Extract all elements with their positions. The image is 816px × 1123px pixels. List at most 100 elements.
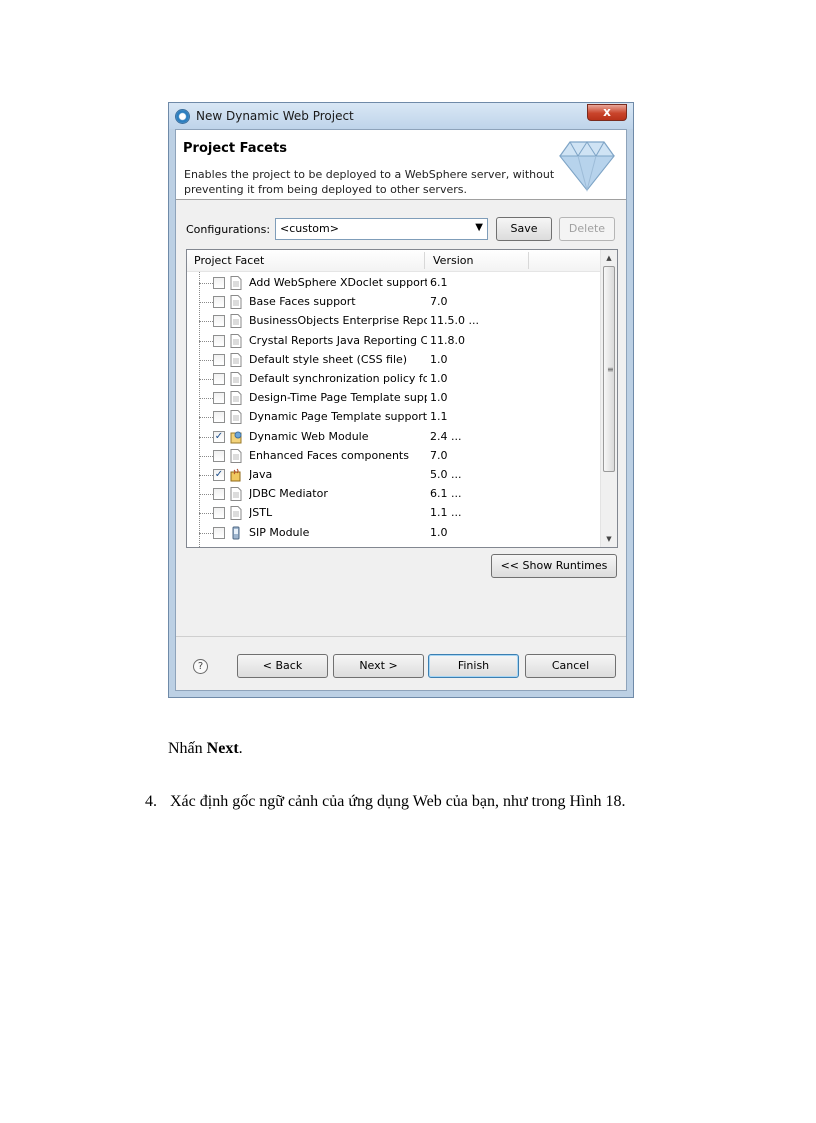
facet-version[interactable]: 5.0 ...: [430, 468, 461, 481]
step-text: Xác định gốc ngữ cảnh của ứng dụng Web c…: [170, 793, 626, 810]
facet-version[interactable]: 1.1: [430, 410, 448, 423]
document-icon: [230, 448, 242, 463]
document-icon: [230, 506, 242, 521]
facet-version[interactable]: 1.0: [430, 526, 448, 539]
scroll-thumb[interactable]: ≡: [603, 266, 615, 472]
caption-bold: Next: [206, 740, 239, 757]
tree-branch-line: [199, 455, 213, 457]
dialog-banner: Project Facets Enables the project to be…: [176, 130, 626, 200]
tree-branch-line: [199, 513, 213, 515]
facet-version[interactable]: 2.4 ...: [430, 430, 461, 443]
scroll-up-arrow-icon[interactable]: ▲: [601, 250, 617, 266]
column-header-project-facet[interactable]: Project Facet: [194, 254, 264, 267]
facet-checkbox[interactable]: [213, 507, 225, 520]
diamond-icon: [558, 141, 616, 192]
facet-name: JSTL: [249, 506, 273, 520]
tree-branch-line: [199, 379, 213, 380]
finish-button[interactable]: Finish: [428, 654, 519, 678]
table-row[interactable]: ✓ Java 5.0 ...: [187, 466, 601, 485]
table-row[interactable]: Default synchronization policy for 1.0: [187, 370, 601, 389]
facet-checkbox[interactable]: [213, 392, 225, 405]
facet-version[interactable]: 1.0: [430, 372, 448, 385]
facet-version[interactable]: 1.0: [430, 353, 448, 366]
table-row[interactable]: Add WebSphere XDoclet support 6.1: [187, 274, 601, 293]
facet-name: Base Faces support: [249, 295, 356, 309]
facet-checkbox[interactable]: [213, 296, 225, 309]
facet-checkbox[interactable]: [213, 488, 225, 501]
facet-version[interactable]: 11.8.0: [430, 334, 465, 347]
banner-description: Enables the project to be deployed to a …: [184, 168, 555, 196]
table-row[interactable]: BusinessObjects Enterprise Report 11.5.0 …: [187, 312, 601, 331]
tree-branch-line: [199, 359, 213, 361]
column-separator: [528, 252, 529, 269]
document-icon: [230, 352, 242, 367]
step-number: 4.: [145, 793, 157, 810]
back-button[interactable]: < Back: [237, 654, 328, 678]
table-row[interactable]: Default style sheet (CSS file) 1.0: [187, 351, 601, 370]
facet-name: JDBC Mediator: [249, 487, 328, 501]
facet-name: Default synchronization policy for: [249, 372, 427, 385]
dialog-client-area: Project Facets Enables the project to be…: [175, 129, 627, 691]
show-runtimes-button[interactable]: << Show Runtimes: [491, 554, 617, 578]
facet-name: Add WebSphere XDoclet support: [249, 276, 427, 289]
document-icon: [230, 314, 242, 329]
table-row[interactable]: JSTL 1.1 ...: [187, 504, 601, 523]
facet-version[interactable]: 11.5.0 ...: [430, 314, 479, 327]
column-separator: [424, 252, 425, 269]
table-row[interactable]: Enhanced Faces components 7.0: [187, 447, 601, 466]
facet-checkbox[interactable]: ✓: [213, 430, 225, 443]
save-button[interactable]: Save: [496, 217, 552, 241]
delete-button[interactable]: Delete: [559, 217, 615, 241]
web-module-icon: [230, 431, 242, 444]
table-row[interactable]: SIP Module 1.0: [187, 524, 601, 543]
table-row[interactable]: Dynamic Page Template support 1.1: [187, 408, 601, 427]
facet-version[interactable]: 6.1: [430, 276, 448, 289]
document-icon: [230, 333, 242, 348]
configurations-value: <custom>: [280, 222, 339, 235]
configurations-select[interactable]: <custom> ▼: [275, 218, 488, 240]
vertical-scrollbar[interactable]: ▲ ≡ ▼: [600, 250, 617, 547]
facet-checkbox[interactable]: [213, 353, 225, 366]
cancel-button[interactable]: Cancel: [525, 654, 616, 678]
facet-name: Crystal Reports Java Reporting Co: [249, 333, 427, 347]
table-row[interactable]: Design-Time Page Template supp 1.0: [187, 389, 601, 408]
facet-name: Dynamic Page Template support: [249, 410, 427, 424]
facet-name: Default style sheet (CSS file): [249, 352, 408, 366]
facet-checkbox[interactable]: [213, 373, 225, 385]
table-row[interactable]: Base Faces support 7.0: [187, 293, 601, 312]
column-header-version[interactable]: Version: [433, 254, 473, 267]
facet-name: Dynamic Web Module: [249, 429, 369, 443]
help-icon[interactable]: ?: [193, 659, 208, 674]
document-icon: [230, 487, 242, 502]
facet-checkbox[interactable]: [213, 526, 225, 539]
facet-version[interactable]: 1.1 ...: [430, 506, 461, 519]
table-row[interactable]: JDBC Mediator 6.1 ...: [187, 485, 601, 504]
facet-version[interactable]: 1.0: [430, 391, 448, 404]
facet-name: Enhanced Faces components: [249, 448, 409, 462]
facet-version[interactable]: 7.0: [430, 295, 448, 308]
tree-branch-line: [199, 436, 213, 438]
facet-version[interactable]: 7.0: [430, 449, 448, 462]
document-icon: [230, 372, 242, 386]
facet-checkbox[interactable]: [213, 449, 225, 462]
facet-checkbox[interactable]: [213, 315, 225, 328]
tree-branch-line: [199, 475, 213, 476]
tree-branch-line: [199, 340, 213, 342]
facet-checkbox[interactable]: ✓: [213, 469, 225, 481]
facet-checkbox[interactable]: [213, 334, 225, 347]
facet-checkbox[interactable]: [213, 411, 225, 424]
dialog-screenshot: New Dynamic Web Project x Project Facets…: [168, 102, 634, 698]
close-button[interactable]: x: [587, 104, 627, 121]
step-item: 4. Xác định gốc ngữ cảnh của ứng dụng We…: [145, 793, 625, 811]
table-row[interactable]: ✓ Dynamic Web Module 2.4 ...: [187, 428, 601, 447]
chevron-down-icon: ▼: [475, 222, 483, 233]
scroll-down-arrow-icon[interactable]: ▼: [601, 531, 617, 547]
table-row[interactable]: Crystal Reports Java Reporting Co 11.8.0: [187, 332, 601, 351]
document-icon: [230, 410, 242, 425]
facet-checkbox[interactable]: [213, 277, 225, 289]
facet-version[interactable]: 6.1 ...: [430, 487, 461, 500]
tree-branch-line: [199, 417, 213, 419]
footer-divider: [176, 636, 626, 637]
caption-prefix: Nhấn: [168, 740, 207, 757]
next-button[interactable]: Next >: [333, 654, 424, 678]
